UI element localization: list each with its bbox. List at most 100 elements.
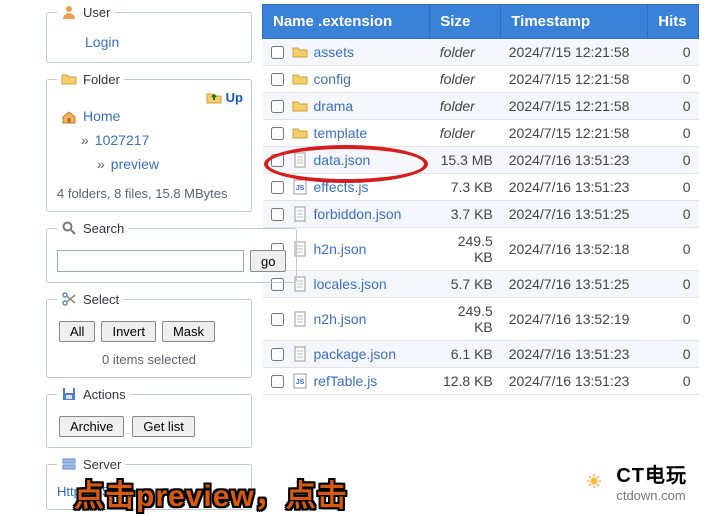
cell-timestamp: 2024/7/15 12:21:58: [501, 39, 648, 66]
folder-stats: 4 folders, 8 files, 15.8 MBytes: [57, 186, 241, 201]
select-all-button[interactable]: All: [59, 321, 95, 342]
folder-up[interactable]: Up: [206, 89, 243, 105]
tree-level1[interactable]: »1027217: [81, 129, 237, 153]
cell-hits: 0: [648, 201, 699, 228]
file-link[interactable]: refTable.js: [314, 373, 378, 389]
file-link[interactable]: h2n.json: [314, 241, 367, 257]
cell-size: 249.5 KB: [430, 228, 501, 271]
select-status: 0 items selected: [57, 352, 241, 367]
file-link[interactable]: data.json: [314, 152, 371, 168]
folder-icon: [292, 71, 308, 87]
login-link[interactable]: Login: [85, 34, 119, 50]
table-row[interactable]: JSeffects.js7.3 KB2024/7/16 13:51:230: [263, 174, 699, 201]
svg-text:JS: JS: [295, 379, 304, 386]
cell-hits: 0: [648, 147, 699, 174]
server-icon: [61, 456, 77, 472]
cell-timestamp: 2024/7/16 13:52:19: [501, 298, 648, 341]
js-file-icon: JS: [292, 373, 308, 389]
row-checkbox[interactable]: [271, 127, 284, 140]
row-checkbox[interactable]: [271, 46, 284, 59]
row-checkbox[interactable]: [271, 348, 284, 361]
folder-icon: [292, 125, 308, 141]
cell-hits: 0: [648, 93, 699, 120]
file-icon: [292, 311, 308, 327]
cell-size: folder: [430, 120, 501, 147]
table-row[interactable]: dramafolder2024/7/15 12:21:580: [263, 93, 699, 120]
table-row[interactable]: h2n.json249.5 KB2024/7/16 13:52:180: [263, 228, 699, 271]
up-link[interactable]: Up: [226, 90, 243, 105]
cell-timestamp: 2024/7/15 12:21:58: [501, 66, 648, 93]
file-link[interactable]: drama: [314, 98, 354, 114]
cell-hits: 0: [648, 341, 699, 368]
cell-hits: 0: [648, 39, 699, 66]
file-link[interactable]: assets: [314, 44, 354, 60]
row-checkbox[interactable]: [271, 313, 284, 326]
archive-button[interactable]: Archive: [59, 416, 124, 437]
cell-size: 5.7 KB: [430, 271, 501, 298]
actions-panel: Actions Archive Get list: [46, 386, 252, 448]
table-row[interactable]: assets folder2024/7/15 12:21:580: [263, 39, 699, 66]
search-icon: [61, 220, 77, 236]
table-row[interactable]: forbiddon.json3.7 KB2024/7/16 13:51:250: [263, 201, 699, 228]
cell-hits: 0: [648, 66, 699, 93]
table-row[interactable]: package.json6.1 KB2024/7/16 13:51:230: [263, 341, 699, 368]
select-mask-button[interactable]: Mask: [162, 321, 215, 342]
getlist-button[interactable]: Get list: [132, 416, 194, 437]
cell-size: 6.1 KB: [430, 341, 501, 368]
home-link[interactable]: Home: [83, 105, 120, 129]
folder-panel: Folder Up Home »1027217 »preview 4 folde…: [46, 71, 252, 212]
row-checkbox[interactable]: [271, 100, 284, 113]
search-go-button[interactable]: go: [250, 250, 286, 272]
file-link[interactable]: config: [314, 71, 351, 87]
file-link[interactable]: package.json: [314, 346, 397, 362]
file-link[interactable]: template: [314, 125, 368, 141]
cell-timestamp: 2024/7/15 12:21:58: [501, 93, 648, 120]
file-link[interactable]: locales.json: [314, 276, 387, 292]
file-link[interactable]: n2h.json: [314, 311, 367, 327]
cell-timestamp: 2024/7/16 13:51:23: [501, 368, 648, 395]
select-invert-button[interactable]: Invert: [101, 321, 156, 342]
table-row[interactable]: JS refTable.js 12.8 KB2024/7/16 13:51:230: [263, 368, 699, 395]
table-row[interactable]: templatefolder2024/7/15 12:21:580: [263, 120, 699, 147]
cell-hits: 0: [648, 228, 699, 271]
select-panel: Select All Invert Mask 0 items selected: [46, 291, 252, 378]
table-row[interactable]: config folder2024/7/15 12:21:580: [263, 66, 699, 93]
th-timestamp[interactable]: Timestamp: [501, 5, 648, 39]
cell-hits: 0: [648, 271, 699, 298]
cell-timestamp: 2024/7/16 13:51:23: [501, 174, 648, 201]
th-name[interactable]: Name .extension: [263, 5, 430, 39]
cell-size: 15.3 MB: [430, 147, 501, 174]
watermark: CT电玩 ctdown.com: [570, 455, 697, 507]
scissors-icon: [61, 291, 77, 307]
cell-size: folder: [430, 39, 501, 66]
table-row[interactable]: data.json15.3 MB2024/7/16 13:51:230: [263, 147, 699, 174]
row-checkbox[interactable]: [271, 181, 284, 194]
row-checkbox[interactable]: [271, 73, 284, 86]
up-folder-icon: [206, 89, 222, 105]
tree-home[interactable]: Home: [61, 105, 237, 129]
cell-timestamp: 2024/7/16 13:51:25: [501, 271, 648, 298]
cell-timestamp: 2024/7/16 13:51:25: [501, 201, 648, 228]
file-link[interactable]: effects.js: [314, 179, 369, 195]
js-file-icon: JS: [292, 179, 308, 195]
tree-level2[interactable]: »preview: [97, 153, 237, 177]
user-panel: User Login: [46, 4, 252, 63]
file-icon: [292, 152, 308, 168]
row-checkbox[interactable]: [271, 375, 284, 388]
row-checkbox[interactable]: [271, 154, 284, 167]
annotation-caption: 点击preview，点击: [74, 471, 348, 515]
file-link[interactable]: forbiddon.json: [314, 206, 402, 222]
home-icon: [61, 109, 77, 125]
table-row[interactable]: locales.json 5.7 KB2024/7/16 13:51:250: [263, 271, 699, 298]
table-row[interactable]: n2h.json249.5 KB2024/7/16 13:52:190: [263, 298, 699, 341]
cell-size: folder: [430, 66, 501, 93]
row-checkbox[interactable]: [271, 208, 284, 221]
cell-hits: 0: [648, 368, 699, 395]
th-size[interactable]: Size: [430, 5, 501, 39]
folder-icon: [292, 98, 308, 114]
th-hits[interactable]: Hits: [648, 5, 699, 39]
folder-icon: [292, 44, 308, 60]
sun-icon: [580, 467, 608, 495]
search-input[interactable]: [57, 250, 244, 272]
cell-size: 12.8 KB: [430, 368, 501, 395]
